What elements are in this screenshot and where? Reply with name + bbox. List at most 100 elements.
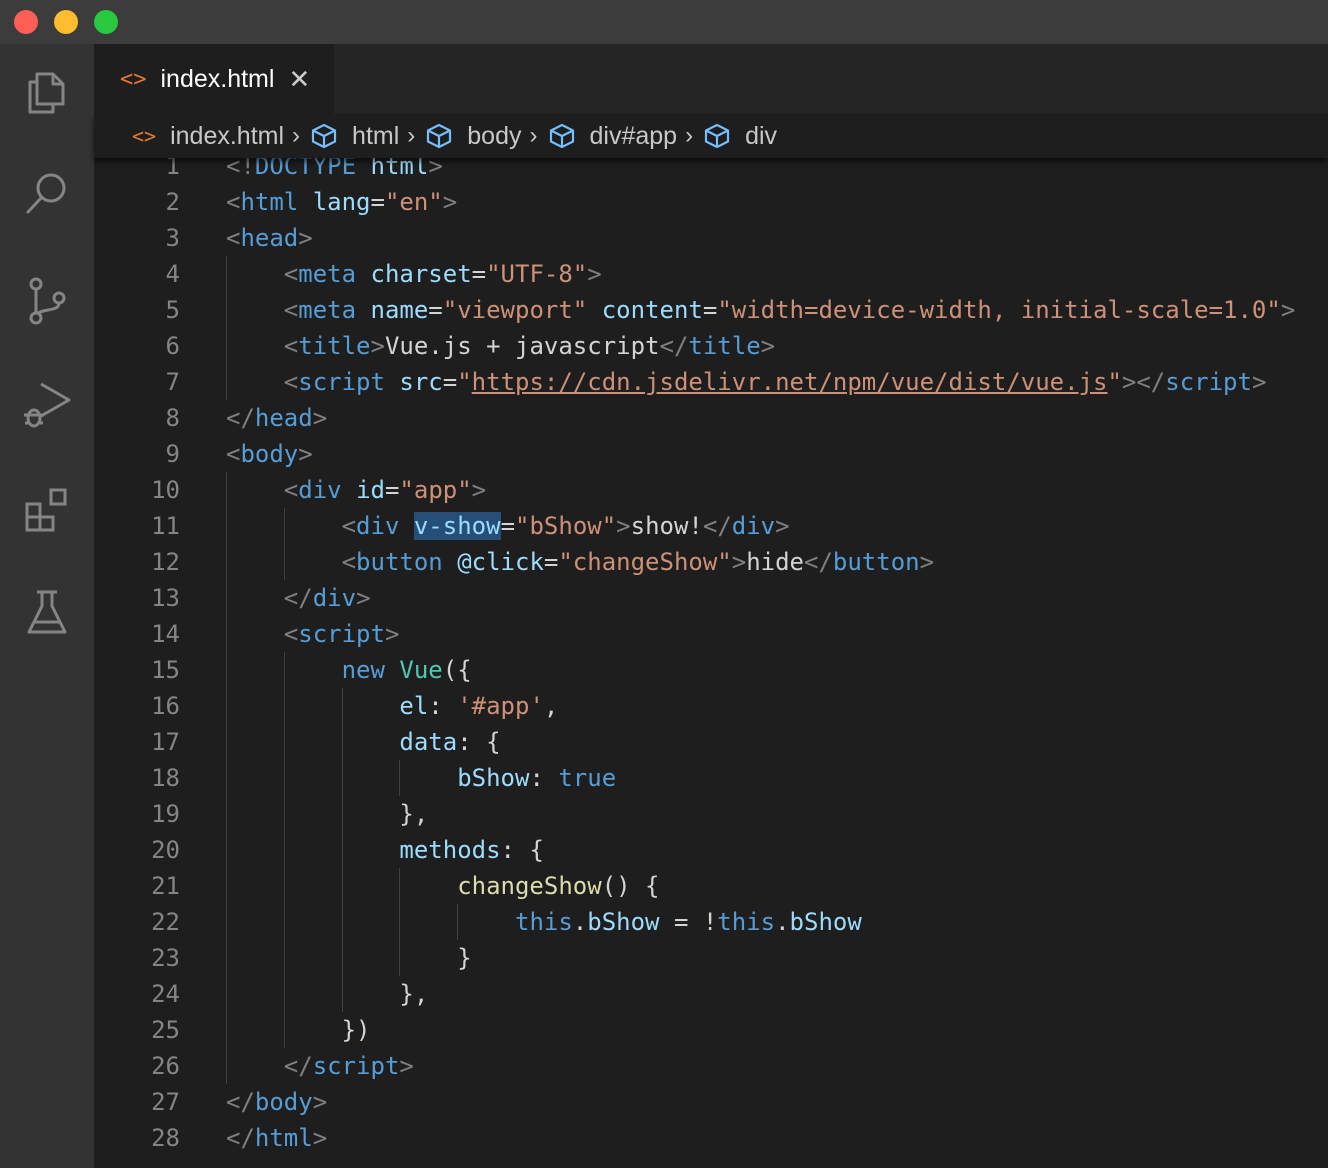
code-line: data: { (226, 724, 1295, 760)
tab-bar: <> index.html ✕ (94, 44, 1328, 114)
code-line: this.bShow = !this.bShow (226, 904, 1295, 940)
code-token: meta (298, 260, 357, 288)
code-token: </ (226, 404, 255, 432)
indent-guide (226, 760, 227, 796)
line-number: 13 (151, 584, 180, 612)
code-token: id (356, 476, 385, 504)
indent-guide (226, 724, 227, 760)
breadcrumb-item-body[interactable]: body (425, 122, 522, 151)
code-token: < (283, 296, 299, 324)
line-number: 24 (151, 980, 180, 1008)
code-line: bShow: true (226, 760, 1295, 796)
code-token: > (587, 260, 602, 288)
code-token: div (312, 584, 357, 612)
line-number: 2 (165, 188, 180, 216)
code-token: ({ (442, 656, 472, 684)
chevron-right-icon: › (407, 122, 416, 149)
code-content[interactable]: <!DOCTYPE html> <html lang="en"> <head> <me… (226, 148, 1295, 1156)
code-token: " (457, 368, 472, 396)
code-token: = (442, 368, 458, 396)
code-line: <title>Vue.js + javascript</title> (226, 328, 1295, 364)
breadcrumb-item-html[interactable]: html (310, 122, 399, 151)
code-token: < (341, 548, 357, 576)
run-debug-icon[interactable] (17, 374, 77, 434)
code-token: "app" (399, 476, 472, 504)
code-token: hide (746, 548, 804, 576)
code-token: "UTF-8" (486, 260, 588, 288)
code-token: script (298, 368, 385, 396)
code-token: methods (399, 836, 501, 864)
code-token: https://cdn.jsdelivr.net/npm/vue/dist/vu… (471, 368, 1108, 396)
close-icon[interactable]: ✕ (288, 64, 310, 95)
indent-guide (283, 508, 285, 544)
code-token: : { (500, 836, 544, 864)
indent-guide (226, 508, 227, 544)
html-file-icon: <> (120, 66, 147, 92)
indent-guide (341, 724, 343, 760)
code-token: name (370, 296, 429, 324)
code-editor[interactable]: 1 2 3 4 5 6 7 8 9 10 11 12 13 14 15 16 17 18 19 20 21 22 23 24 2… (94, 148, 1328, 1168)
code-token: } (457, 944, 472, 972)
code-token: = (384, 476, 400, 504)
chevron-right-icon: › (685, 122, 694, 149)
code-token: body (240, 440, 299, 468)
code-token: : (529, 764, 559, 792)
code-token: = (471, 260, 487, 288)
indent-guide (341, 832, 343, 868)
code-token: . (572, 908, 588, 936)
breadcrumb-item-div-app[interactable]: div#app (548, 122, 677, 151)
indent-guide (283, 652, 285, 688)
code-token: > (312, 1124, 328, 1152)
code-line: <meta charset="UTF-8"> (226, 256, 1295, 292)
line-number: 3 (165, 224, 180, 252)
indent-guide (226, 472, 227, 508)
code-token: ></ (1121, 368, 1166, 396)
indent-guide (283, 868, 285, 904)
code-token: </ (226, 1088, 255, 1116)
minimize-window-button[interactable] (54, 10, 78, 34)
search-icon[interactable] (17, 164, 77, 224)
tab-label: index.html (160, 64, 275, 93)
explorer-icon[interactable] (17, 62, 77, 122)
code-token: < (226, 188, 241, 216)
indent-guide (226, 256, 227, 292)
code-line: </html> (226, 1120, 1295, 1156)
code-token: src (399, 368, 443, 396)
code-token: : { (457, 728, 501, 756)
line-number: 22 (151, 908, 180, 936)
breadcrumb-item-div[interactable]: div (703, 122, 777, 151)
code-token: = (428, 296, 443, 324)
code-token: script (1165, 368, 1252, 396)
code-token: '#app' (457, 692, 544, 720)
indent-guide (226, 580, 227, 616)
code-token: "bShow" (515, 512, 617, 540)
code-token: div (731, 512, 776, 540)
breadcrumb-item-file[interactable]: <> index.html (132, 122, 284, 151)
indent-guide (283, 760, 285, 796)
close-window-button[interactable] (14, 10, 38, 34)
code-line: </script> (226, 1048, 1295, 1084)
code-token: > (298, 224, 313, 252)
indent-guide (341, 796, 343, 832)
code-token: title (298, 332, 371, 360)
code-token: v-show (413, 512, 501, 540)
code-token: > (312, 404, 328, 432)
code-line: <button @click="changeShow">hide</button… (226, 544, 1295, 580)
indent-guide (341, 940, 343, 976)
breadcrumb: <> index.html › html › body › div#app › … (94, 114, 1328, 158)
source-control-icon[interactable] (17, 270, 77, 330)
tab-index-html[interactable]: <> index.html ✕ (94, 44, 334, 114)
code-token: () { (601, 872, 660, 900)
code-token: @click (457, 548, 544, 576)
indent-guide (226, 328, 227, 364)
extensions-icon[interactable] (17, 480, 77, 540)
maximize-window-button[interactable] (94, 10, 118, 34)
indent-guide (283, 1012, 285, 1048)
testing-icon[interactable] (17, 582, 77, 642)
indent-guide (226, 1012, 227, 1048)
code-token: el (399, 692, 429, 720)
code-token: " (1107, 368, 1122, 396)
